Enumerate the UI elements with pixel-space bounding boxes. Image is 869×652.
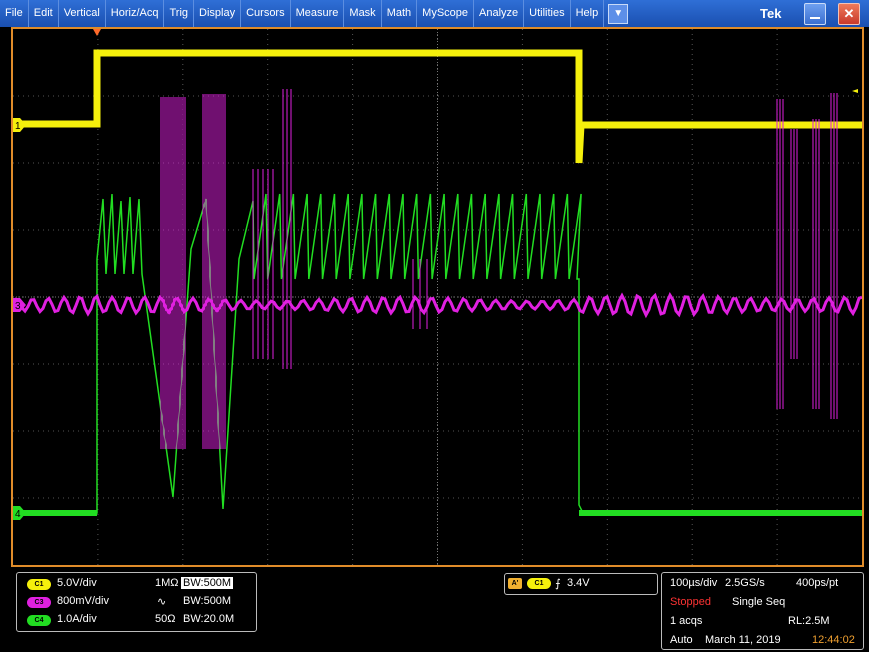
menu-math[interactable]: Math: [382, 0, 418, 27]
ch4-scale: 1.0A/div: [57, 613, 97, 625]
vertical-settings-panel[interactable]: C1 5.0V/div 1MΩ BW:500M C3 800mV/div ∿ B…: [16, 572, 257, 632]
ch1-scale: 5.0V/div: [57, 577, 97, 589]
ch1-marker-label: 1: [15, 121, 21, 132]
acquisition-count: 1 acqs: [670, 615, 703, 627]
record-length: RL:2.5M: [788, 615, 830, 627]
menu-measure[interactable]: Measure: [291, 0, 345, 27]
status-bar: C1 5.0V/div 1MΩ BW:500M C3 800mV/div ∿ B…: [0, 567, 869, 652]
ch4-coupling: 50Ω: [155, 613, 176, 625]
minimize-button[interactable]: [804, 3, 826, 25]
ch3-burst: [282, 89, 292, 369]
ch4-marker-label: 4: [15, 509, 21, 520]
ch3-burst: [160, 97, 186, 449]
menu-utilities[interactable]: Utilities: [524, 0, 571, 27]
resolution: 400ps/pt: [796, 577, 839, 589]
trigger-slope-icon: ⨍: [555, 578, 561, 590]
close-button[interactable]: ✕: [838, 3, 860, 25]
menu-trig[interactable]: Trig: [164, 0, 195, 27]
menu-edit[interactable]: Edit: [29, 0, 59, 27]
ch1-bandwidth: BW:500M: [181, 577, 234, 589]
waveform-graticule: 1 3 4: [13, 29, 862, 565]
sequence-mode: Single Seq: [732, 596, 786, 608]
ch3-bandwidth: BW:500M: [183, 595, 232, 607]
ch3-burst: [412, 259, 428, 329]
ch3-coupling-icon: ∿: [157, 596, 167, 608]
ch1-coupling: 1MΩ: [155, 577, 179, 589]
menu-vertical[interactable]: Vertical: [59, 0, 106, 27]
waveform-display[interactable]: 1 3 4: [11, 27, 864, 567]
menu-cursors[interactable]: Cursors: [241, 0, 291, 27]
trigger-panel[interactable]: A' C1 ⨍ 3.4V: [504, 573, 658, 595]
menu-display[interactable]: Display: [194, 0, 242, 27]
ch1-badge: C1: [27, 579, 51, 590]
ch3-badge: C3: [27, 597, 51, 608]
tek-logo: Tek: [760, 6, 782, 21]
menu-horizacq[interactable]: Horiz/Acq: [106, 0, 165, 27]
trigger-position-icon: [93, 29, 101, 36]
ch3-burst: [202, 94, 226, 449]
ch3-burst: [776, 99, 784, 409]
ch3-scale: 800mV/div: [57, 595, 109, 607]
ch4-bandwidth: BW:20.0M: [183, 613, 235, 625]
ch3-burst: [830, 93, 838, 419]
ch3-marker-label: 3: [15, 301, 21, 312]
trigger-level: 3.4V: [567, 577, 590, 589]
ch3-burst: [790, 129, 798, 359]
menu-help[interactable]: Help: [571, 0, 605, 27]
trigger-mode: Auto: [670, 634, 693, 646]
menu-mask[interactable]: Mask: [344, 0, 382, 27]
trigger-level-icon: [852, 89, 858, 93]
ch4-badge: C4: [27, 615, 51, 626]
trigger-source-badge: C1: [527, 578, 551, 589]
trigger-mode-badge: A': [508, 578, 522, 589]
menu-analyze[interactable]: Analyze: [474, 0, 525, 27]
sample-rate: 2.5GS/s: [725, 577, 765, 589]
menu-dropdown-button[interactable]: ▼: [608, 3, 629, 24]
menu-file[interactable]: File: [0, 0, 29, 27]
horizontal-acq-panel[interactable]: 100µs/div 2.5GS/s 400ps/pt Stopped Singl…: [661, 572, 864, 650]
horizontal-scale: 100µs/div: [670, 577, 718, 589]
menu-myscope[interactable]: MyScope: [417, 0, 475, 27]
date: March 11, 2019: [705, 634, 781, 646]
time: 12:44:02: [812, 634, 855, 646]
menu-bar: File Edit Vertical Horiz/Acq Trig Display Curs…: [0, 0, 869, 27]
acquisition-state: Stopped: [670, 596, 711, 608]
